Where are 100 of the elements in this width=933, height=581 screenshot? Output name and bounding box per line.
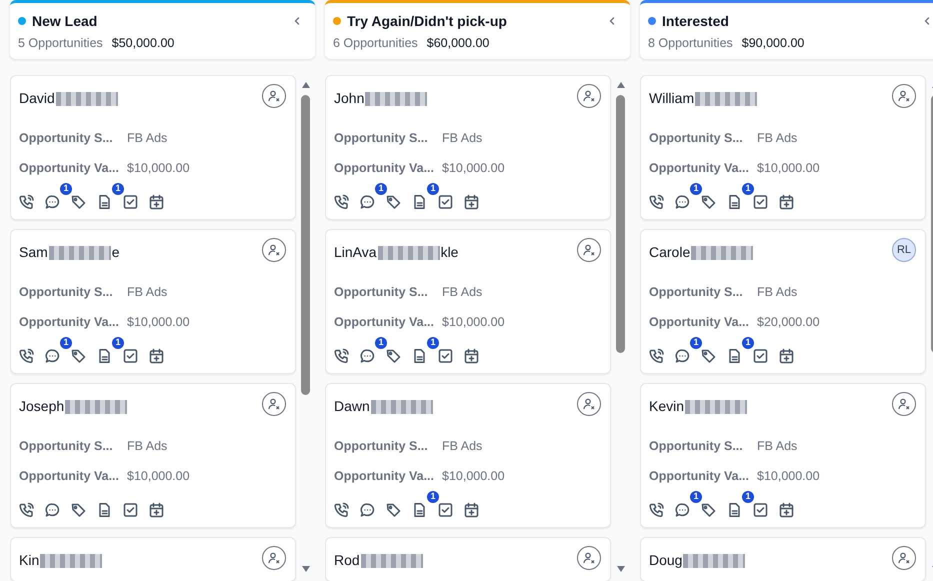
chevron-left-icon bbox=[292, 16, 302, 26]
chat-icon[interactable] bbox=[675, 502, 690, 518]
calendar-icon[interactable] bbox=[149, 348, 164, 364]
field-value: $10,000.00 bbox=[442, 314, 505, 331]
phone-icon[interactable] bbox=[334, 348, 349, 364]
user-remove-icon bbox=[582, 89, 596, 103]
tag-icon[interactable] bbox=[701, 194, 716, 210]
tag-icon[interactable] bbox=[71, 348, 86, 364]
checkbox-icon[interactable] bbox=[753, 194, 768, 210]
assign-user-button[interactable] bbox=[892, 546, 916, 570]
document-icon[interactable] bbox=[412, 194, 427, 210]
calendar-icon[interactable] bbox=[464, 348, 479, 364]
checkbox-icon[interactable] bbox=[123, 194, 138, 210]
field-label: Opportunity S... bbox=[649, 130, 744, 147]
opportunity-card[interactable]: Carole RL Opportunity S... FB Ads Opportunity Va... $20,000.00 1 1 bbox=[640, 229, 926, 374]
field-value: $10,000.00 bbox=[127, 160, 190, 177]
opportunity-card[interactable]: William Opportunity S... FB Ads Opportunity Va... $10,000.00 1 1 bbox=[640, 75, 926, 220]
opportunity-card[interactable]: John Opportunity S... FB Ads Opportunity Va... $10,000.00 1 1 bbox=[325, 75, 611, 220]
calendar-icon[interactable] bbox=[779, 502, 794, 518]
checkbox-icon[interactable] bbox=[438, 194, 453, 210]
tag-icon[interactable] bbox=[701, 348, 716, 364]
assign-user-button[interactable] bbox=[262, 546, 286, 570]
assign-user-button[interactable] bbox=[577, 238, 601, 262]
opportunity-card[interactable]: LinAva kle Opportunity S... FB Ads Opportunity Va... $10,000.00 1 1 bbox=[325, 229, 611, 374]
calendar-icon[interactable] bbox=[464, 502, 479, 518]
redacted-name-block bbox=[695, 92, 758, 106]
phone-icon[interactable] bbox=[649, 502, 664, 518]
chat-icon[interactable] bbox=[675, 348, 690, 364]
redacted-name-block bbox=[56, 92, 118, 106]
chat-icon[interactable] bbox=[45, 194, 60, 210]
opportunity-card[interactable]: Dawn Opportunity S... FB Ads Opportunity Va... $10,000.00 1 bbox=[325, 383, 611, 528]
field-label: Opportunity Va... bbox=[334, 468, 436, 485]
chat-icon[interactable] bbox=[360, 194, 375, 210]
phone-icon[interactable] bbox=[19, 194, 34, 210]
field-label: Opportunity Va... bbox=[334, 160, 436, 177]
checkbox-icon[interactable] bbox=[123, 348, 138, 364]
document-icon[interactable] bbox=[727, 348, 742, 364]
column-total: $50,000.00 bbox=[112, 34, 174, 52]
field-value: $10,000.00 bbox=[757, 468, 820, 485]
opportunity-card[interactable]: Doug bbox=[640, 537, 926, 581]
scroll-up-icon[interactable] bbox=[300, 81, 310, 89]
phone-icon[interactable] bbox=[19, 502, 34, 518]
calendar-icon[interactable] bbox=[149, 194, 164, 210]
opportunity-card[interactable]: Joseph Opportunity S... FB Ads Opportunity Va... $10,000.00 bbox=[10, 383, 296, 528]
tag-icon[interactable] bbox=[71, 502, 86, 518]
contact-name: William bbox=[649, 89, 694, 108]
field-label: Opportunity S... bbox=[334, 438, 429, 455]
checkbox-icon[interactable] bbox=[123, 502, 138, 518]
calendar-icon[interactable] bbox=[464, 194, 479, 210]
field-label: Opportunity S... bbox=[334, 130, 429, 147]
phone-icon[interactable] bbox=[649, 348, 664, 364]
chat-icon[interactable] bbox=[45, 502, 60, 518]
opportunity-card[interactable]: Kin bbox=[10, 537, 296, 581]
assign-user-button[interactable] bbox=[892, 392, 916, 416]
assign-user-button[interactable] bbox=[577, 392, 601, 416]
checkbox-icon[interactable] bbox=[438, 502, 453, 518]
document-icon[interactable] bbox=[412, 348, 427, 364]
document-icon[interactable] bbox=[97, 502, 112, 518]
scroll-down-icon[interactable] bbox=[616, 565, 626, 573]
field-value: FB Ads bbox=[442, 130, 482, 147]
assign-user-button[interactable] bbox=[892, 84, 916, 108]
phone-icon[interactable] bbox=[334, 194, 349, 210]
assign-user-button[interactable] bbox=[577, 84, 601, 108]
scroll-down-icon[interactable] bbox=[300, 565, 310, 573]
document-icon[interactable] bbox=[727, 502, 742, 518]
tag-icon[interactable] bbox=[386, 348, 401, 364]
opportunity-card[interactable]: Sam e Opportunity S... FB Ads Opportunity Va... $10,000.00 1 1 bbox=[10, 229, 296, 374]
chat-icon[interactable] bbox=[675, 194, 690, 210]
tag-icon[interactable] bbox=[701, 502, 716, 518]
assign-user-button[interactable] bbox=[262, 238, 286, 262]
phone-icon[interactable] bbox=[19, 348, 34, 364]
checkbox-icon[interactable] bbox=[438, 348, 453, 364]
chat-icon[interactable] bbox=[360, 502, 375, 518]
opportunity-card[interactable]: David Opportunity S... FB Ads Opportunity Va... $10,000.00 1 1 bbox=[10, 75, 296, 220]
chat-icon[interactable] bbox=[45, 348, 60, 364]
document-icon[interactable] bbox=[727, 194, 742, 210]
chat-icon[interactable] bbox=[360, 348, 375, 364]
assign-user-button[interactable] bbox=[577, 546, 601, 570]
scroll-up-icon[interactable] bbox=[616, 81, 626, 89]
calendar-icon[interactable] bbox=[149, 502, 164, 518]
opportunity-card[interactable]: Rod bbox=[325, 537, 611, 581]
checkbox-icon[interactable] bbox=[753, 502, 768, 518]
opportunity-card[interactable]: Kevin Opportunity S... FB Ads Opportunity Va... $10,000.00 1 1 bbox=[640, 383, 926, 528]
calendar-icon[interactable] bbox=[779, 348, 794, 364]
field-value: $10,000.00 bbox=[442, 160, 505, 177]
assign-user-button[interactable] bbox=[262, 392, 286, 416]
tag-icon[interactable] bbox=[71, 194, 86, 210]
document-icon[interactable] bbox=[97, 348, 112, 364]
assignee-avatar[interactable]: RL bbox=[892, 238, 916, 262]
calendar-icon[interactable] bbox=[779, 194, 794, 210]
checkbox-icon[interactable] bbox=[753, 348, 768, 364]
phone-icon[interactable] bbox=[649, 194, 664, 210]
document-icon[interactable] bbox=[97, 194, 112, 210]
count-badge: 1 bbox=[742, 183, 754, 195]
tag-icon[interactable] bbox=[386, 194, 401, 210]
count-badge: 1 bbox=[742, 491, 754, 503]
document-icon[interactable] bbox=[412, 502, 427, 518]
tag-icon[interactable] bbox=[386, 502, 401, 518]
phone-icon[interactable] bbox=[334, 502, 349, 518]
assign-user-button[interactable] bbox=[262, 84, 286, 108]
